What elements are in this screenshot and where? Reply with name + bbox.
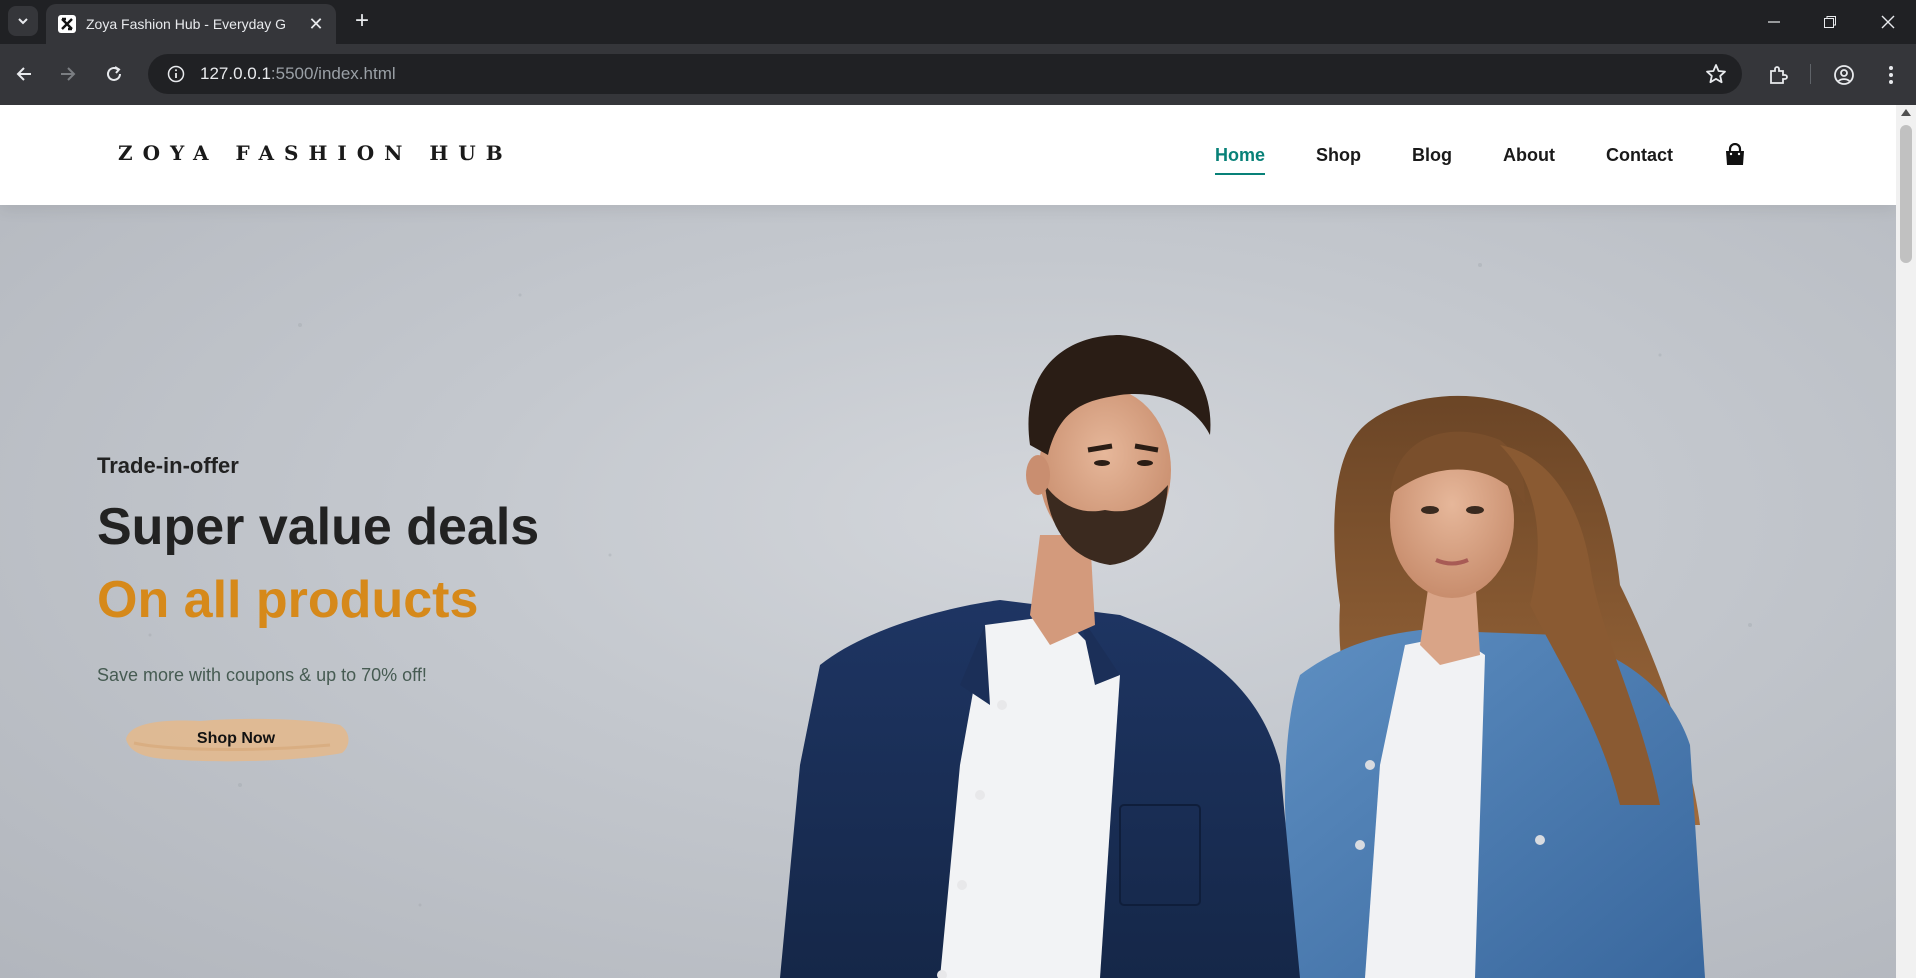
tab-search-icon[interactable] [8,6,38,36]
shop-now-label: Shop Now [196,730,276,747]
nav-contact[interactable]: Contact [1606,145,1673,166]
scroll-up-icon[interactable] [1901,109,1911,116]
site-logo[interactable]: ZOYA FASHION HUB [118,141,513,165]
restore-icon[interactable] [1816,8,1844,36]
main-nav: Home Shop Blog About Contact [1215,105,1896,205]
site-favicon-icon [58,15,76,33]
address-bar[interactable]: 127.0.0.1:5500/index.html [148,54,1742,94]
page-scrollbar[interactable] [1896,105,1916,978]
hero-subtext: Save more with coupons & up to 70% off! [97,665,427,685]
extensions-icon[interactable] [1763,60,1793,90]
tab-bar: Zoya Fashion Hub - Everyday G ✕ + [0,0,1916,44]
nav-shop[interactable]: Shop [1316,145,1361,166]
close-icon[interactable]: ✕ [306,14,326,35]
nav-blog[interactable]: Blog [1412,145,1452,166]
shopping-bag-icon[interactable] [1724,143,1746,167]
hero-headline-accent: On all products [97,571,479,629]
page-viewport: ZOYA FASHION HUB Home Shop Blog About Co… [0,105,1896,978]
tab-title: Zoya Fashion Hub - Everyday G [86,16,286,32]
plus-icon[interactable]: + [348,8,376,36]
back-icon[interactable] [10,60,38,88]
url-text: 127.0.0.1:5500/index.html [200,64,396,83]
scroll-thumb[interactable] [1900,125,1912,263]
forward-icon[interactable] [54,60,82,88]
browser-toolbar: 127.0.0.1:5500/index.html [0,44,1916,105]
more-icon[interactable] [1876,60,1906,90]
hero-headline: Super value deals [97,498,540,556]
nav-about[interactable]: About [1503,145,1555,166]
minimize-icon[interactable] [1760,8,1788,36]
browser-tab[interactable]: Zoya Fashion Hub - Everyday G ✕ [46,4,336,44]
nav-home[interactable]: Home [1215,145,1266,175]
shop-now-button[interactable]: Shop Now [120,713,352,765]
profile-icon[interactable] [1829,60,1859,90]
hero-kicker: Trade-in-offer [97,453,239,478]
star-icon[interactable] [1704,62,1728,86]
site-header: ZOYA FASHION HUB Home Shop Blog About Co… [0,105,1896,205]
hero-section: Trade-in-offer Super value deals On all … [0,205,1896,978]
toolbar-divider [1810,64,1811,84]
window-close-icon[interactable] [1874,8,1902,36]
info-icon[interactable] [156,54,196,94]
reload-icon[interactable] [100,60,128,88]
